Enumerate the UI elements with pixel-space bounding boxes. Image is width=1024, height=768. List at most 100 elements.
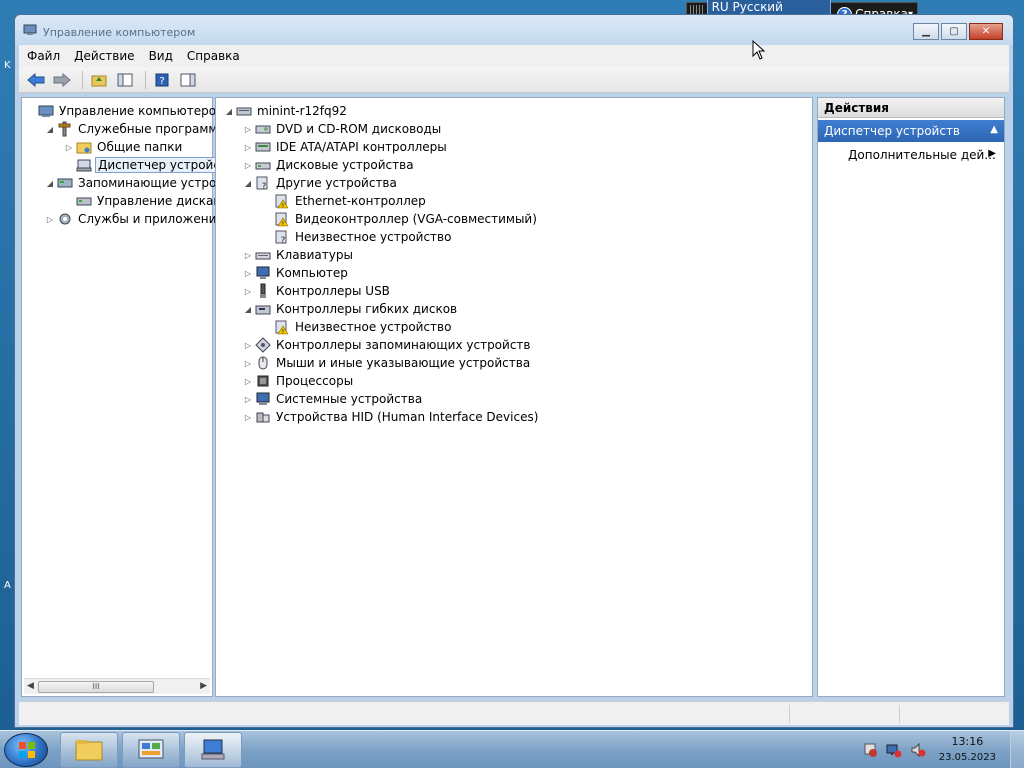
device-tree-item[interactable]: ▷ Клавиатуры	[243, 246, 355, 264]
collapsed-arrow-icon[interactable]: ▷	[243, 161, 253, 170]
tray-network-icon[interactable]	[886, 742, 902, 758]
system-device-icon	[255, 391, 271, 407]
svg-text:!: !	[282, 203, 284, 210]
svg-text:?: ?	[281, 236, 286, 245]
taskbar-computer-management-button[interactable]	[184, 732, 242, 768]
scrollbar-thumb[interactable]: III	[38, 681, 154, 693]
warning-device-icon: !	[274, 319, 290, 335]
device-tree-item-label: Мыши и иные указывающие устройства	[276, 356, 531, 370]
menu-help[interactable]: Справка	[187, 49, 240, 63]
forward-button[interactable]	[51, 70, 73, 90]
collapsed-arrow-icon[interactable]: ▷	[64, 143, 74, 152]
console-tree-item[interactable]: ▷ Службы и приложения	[45, 210, 226, 228]
close-button[interactable]: ✕	[969, 23, 1003, 40]
device-tree-item[interactable]: ! Видеоконтроллер (VGA-совместимый)	[262, 210, 539, 228]
collapsed-arrow-icon[interactable]: ▷	[243, 251, 253, 260]
device-tree-item-label: Видеоконтроллер (VGA-совместимый)	[295, 212, 537, 226]
console-tree-item-label: Службы и приложения	[78, 212, 224, 226]
collapsed-arrow-icon[interactable]: ▷	[243, 341, 253, 350]
expanded-arrow-icon[interactable]: ◢	[224, 107, 234, 116]
title-bar[interactable]: Управление компьютером ▁ ▢ ✕	[15, 15, 1013, 45]
expanded-arrow-icon[interactable]: ◢	[243, 305, 253, 314]
menu-bar: Файл Действие Вид Справка	[19, 45, 1009, 67]
keyboard-icon	[255, 247, 271, 263]
console-tree-pane[interactable]: Управление компьютером (л ◢ Служебные прог…	[21, 97, 241, 697]
console-tree-item[interactable]: ◢ Запоминающие устройст	[45, 174, 240, 192]
horizontal-scrollbar[interactable]: ◀ III ▶	[24, 678, 210, 694]
device-tree-item[interactable]: ▷ Устройства HID (Human Interface Devices…	[243, 408, 540, 426]
collapsed-arrow-icon[interactable]: ▷	[243, 269, 253, 278]
tray-volume-muted-icon[interactable]	[910, 742, 926, 758]
device-tree-item[interactable]: ◢ Контроллеры гибких дисков	[243, 300, 459, 318]
tools-icon	[57, 121, 73, 137]
menu-action[interactable]: Действие	[74, 49, 134, 63]
scroll-left-icon[interactable]: ◀	[27, 681, 34, 691]
show-hide-tree-button[interactable]	[114, 70, 136, 90]
menu-file[interactable]: Файл	[27, 49, 60, 63]
minimize-button[interactable]: ▁	[913, 23, 939, 40]
console-tree-item[interactable]: Управление дисками	[64, 192, 232, 210]
warning-device-icon: !	[274, 193, 290, 209]
expanded-arrow-icon[interactable]: ◢	[45, 125, 55, 134]
more-actions-item[interactable]: Дополнительные дей...	[848, 148, 996, 162]
floppy-controller-icon	[255, 301, 271, 317]
help-toolbar-button[interactable]: ?	[151, 70, 173, 90]
up-level-button[interactable]	[88, 70, 110, 90]
device-tree-item-label: Дисковые устройства	[276, 158, 414, 172]
collapsed-arrow-icon[interactable]: ▷	[45, 215, 55, 224]
device-tree-item-label: Неизвестное устройство	[295, 320, 452, 334]
collapsed-arrow-icon[interactable]: ▷	[243, 287, 253, 296]
actions-section-device-manager[interactable]: Диспетчер устройств ▲	[818, 120, 1004, 142]
console-tree-item[interactable]: Управление компьютером (л	[26, 102, 243, 120]
collapsed-arrow-icon[interactable]: ▷	[243, 125, 253, 134]
collapsed-arrow-icon[interactable]: ▷	[243, 395, 253, 404]
device-tree-item[interactable]: ▷ Процессоры	[243, 372, 355, 390]
chevron-up-icon[interactable]: ▲	[990, 124, 998, 135]
collapsed-arrow-icon[interactable]: ▷	[243, 377, 253, 386]
console-tree-item[interactable]: Диспетчер устройств	[64, 156, 238, 174]
scroll-right-icon[interactable]: ▶	[200, 681, 207, 691]
start-button[interactable]	[4, 733, 48, 767]
device-tree-item[interactable]: ▷ Системные устройства	[243, 390, 424, 408]
computer-management-taskbar-icon	[201, 739, 225, 760]
expanded-arrow-icon[interactable]: ◢	[243, 179, 253, 188]
back-button[interactable]	[25, 70, 47, 90]
device-tree-item[interactable]: ▷ Дисковые устройства	[243, 156, 416, 174]
collapsed-arrow-icon[interactable]: ▷	[243, 413, 253, 422]
show-hide-action-pane-button[interactable]	[177, 70, 199, 90]
svg-text:?: ?	[159, 76, 164, 87]
console-tree-item[interactable]: ▷ Общие папки	[64, 138, 184, 156]
chevron-right-icon[interactable]: ▶	[988, 148, 996, 159]
expanded-arrow-icon[interactable]: ◢	[45, 179, 55, 188]
device-tree-item[interactable]: ! Неизвестное устройство	[262, 318, 453, 336]
device-tree-item[interactable]: ◢? Другие устройства	[243, 174, 399, 192]
device-tree-item[interactable]: ▷ Контроллеры USB	[243, 282, 392, 300]
disk-management-icon	[76, 193, 92, 209]
show-desktop-button[interactable]	[1010, 731, 1024, 768]
clock-date: 23.05.2023	[938, 752, 996, 763]
collapsed-arrow-icon[interactable]: ▷	[243, 359, 253, 368]
taskbar-control-panel-button[interactable]	[122, 732, 180, 768]
device-tree-item-label: Неизвестное устройство	[295, 230, 452, 244]
device-tree-item[interactable]: ? Неизвестное устройство	[262, 228, 453, 246]
device-tree-item[interactable]: ▷ IDE ATA/ATAPI контроллеры	[243, 138, 449, 156]
clock-time: 13:16	[951, 735, 984, 748]
device-tree-item[interactable]: ! Ethernet-контроллер	[262, 192, 428, 210]
tray-action-center-icon[interactable]	[862, 742, 878, 758]
control-panel-icon	[138, 739, 164, 759]
device-tree-item[interactable]: ▷ Компьютер	[243, 264, 350, 282]
console-tree-item-label: Управление дисками	[97, 194, 231, 208]
taskbar-explorer-button[interactable]	[60, 732, 118, 768]
console-tree-item[interactable]: ◢ Служебные программы	[45, 120, 229, 138]
menu-view[interactable]: Вид	[149, 49, 173, 63]
device-tree-item-label: Контроллеры USB	[276, 284, 390, 298]
taskbar-clock[interactable]: 13:16 23.05.2023	[939, 734, 996, 766]
device-tree-pane[interactable]: ◢ minint-r12fq92 ▷ DVD и CD-ROM дисководы ▷ I…	[215, 97, 813, 697]
device-tree-item[interactable]: ▷ Мыши и иные указывающие устройства	[243, 354, 532, 372]
device-tree-root[interactable]: ◢ minint-r12fq92	[224, 102, 349, 120]
maximize-button[interactable]: ▢	[941, 23, 967, 40]
device-tree-item[interactable]: ▷ DVD и CD-ROM дисководы	[243, 120, 443, 138]
device-tree-item[interactable]: ▷ Контроллеры запоминающих устройств	[243, 336, 532, 354]
collapsed-arrow-icon[interactable]: ▷	[243, 143, 253, 152]
disk-drive-icon	[255, 157, 271, 173]
